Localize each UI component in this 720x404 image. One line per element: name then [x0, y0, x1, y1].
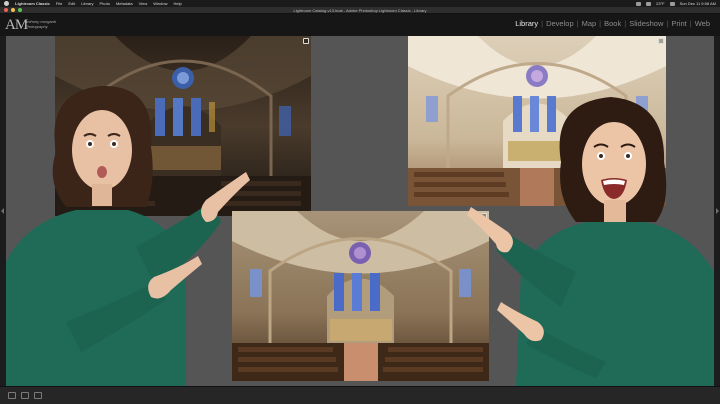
expand-right-panel-icon[interactable]	[716, 208, 719, 214]
module-book[interactable]: Book	[604, 19, 621, 28]
menu-window[interactable]: Window	[153, 0, 167, 7]
presenter-right-figure	[467, 97, 714, 386]
control-center-icon[interactable]	[669, 1, 675, 6]
wifi-icon[interactable]	[636, 1, 642, 6]
photo-badge-icon[interactable]	[303, 38, 309, 44]
weather-temp[interactable]: 23°F	[656, 0, 665, 7]
window-titlebar: Lightroom Catalog-v13.lrcat - Adobe Phot…	[0, 7, 720, 14]
identity-monogram: AM	[5, 17, 28, 33]
menu-edit[interactable]: Edit	[68, 0, 75, 7]
library-grid	[6, 36, 714, 386]
menu-photo[interactable]: Photo	[100, 0, 110, 7]
window-title: Lightroom Catalog-v13.lrcat - Adobe Phot…	[293, 8, 427, 13]
thumbnail-cathedral-edited[interactable]	[232, 211, 489, 381]
module-map[interactable]: Map	[582, 19, 597, 28]
right-panel-collapsed	[714, 36, 720, 386]
grid-view-icon[interactable]	[8, 392, 16, 399]
module-web[interactable]: Web	[695, 19, 710, 28]
loupe-view-icon[interactable]	[21, 392, 29, 399]
photo-badge-icon[interactable]	[658, 38, 664, 44]
module-library[interactable]: Library	[515, 19, 538, 28]
compare-view-icon[interactable]	[34, 392, 42, 399]
menu-library[interactable]: Library	[81, 0, 93, 7]
identity-name: anthony morganti Photography	[25, 19, 56, 29]
menu-metadata[interactable]: Metadata	[116, 0, 133, 7]
system-menubar: Lightroom Classic File Edit Library Phot…	[0, 0, 720, 7]
presenter-right	[467, 72, 714, 386]
cathedral-edited-image	[232, 211, 489, 381]
presenter-left	[6, 72, 256, 386]
module-slideshow[interactable]: Slideshow	[629, 19, 663, 28]
identity-name-line2: Photography	[25, 24, 48, 29]
menu-file[interactable]: File	[56, 0, 62, 7]
presenter-left-figure	[6, 85, 250, 386]
identity-plate-bar: AM anthony morganti Photography Library …	[0, 14, 720, 36]
module-picker: Library | Develop | Map | Book | Slidesh…	[515, 19, 710, 28]
expand-left-panel-icon[interactable]	[1, 208, 4, 214]
module-print[interactable]: Print	[671, 19, 686, 28]
menu-app-name[interactable]: Lightroom Classic	[15, 0, 50, 7]
battery-icon[interactable]	[646, 1, 652, 6]
menu-view[interactable]: View	[139, 0, 148, 7]
module-develop[interactable]: Develop	[546, 19, 574, 28]
library-toolbar	[0, 386, 720, 404]
menu-help[interactable]: Help	[173, 0, 181, 7]
menubar-clock[interactable]: Sun Dec 11 9:58 AM	[680, 0, 716, 7]
apple-icon[interactable]	[4, 1, 9, 6]
